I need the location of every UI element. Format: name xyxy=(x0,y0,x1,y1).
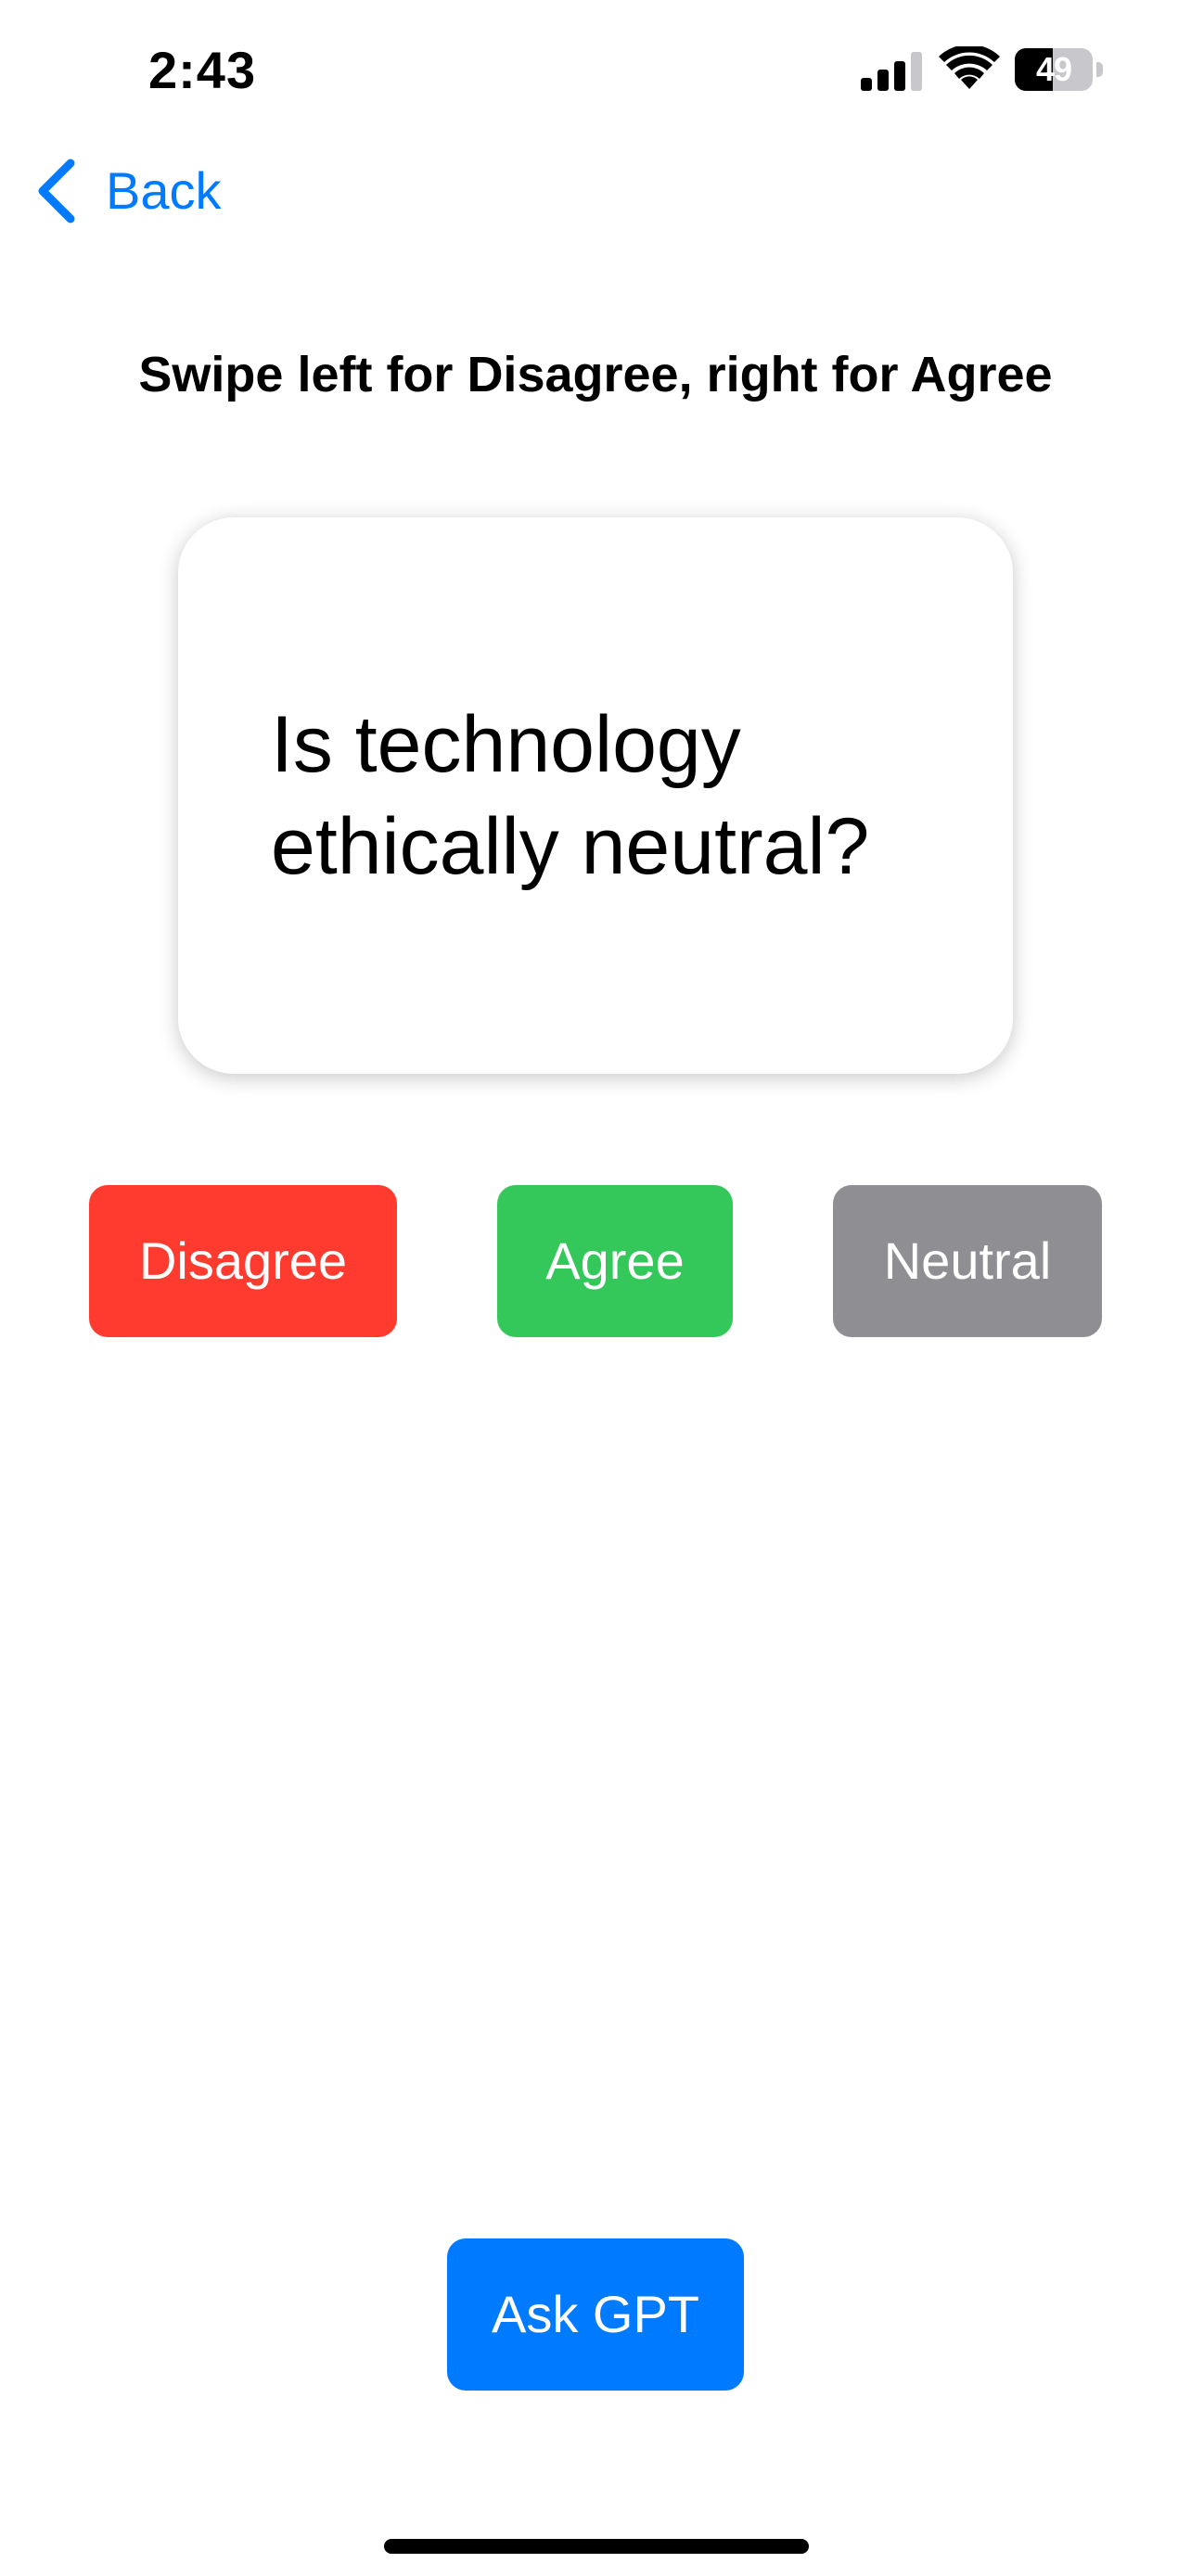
swipe-instruction: Swipe left for Disagree, right for Agree xyxy=(138,347,1053,402)
neutral-button[interactable]: Neutral xyxy=(833,1185,1102,1337)
battery-level: 49 xyxy=(1035,50,1072,88)
back-button[interactable]: Back xyxy=(33,154,256,228)
status-time: 2:43 xyxy=(148,41,257,99)
chevron-left-icon xyxy=(38,159,75,223)
question-text: Is technology ethically neutral? xyxy=(271,700,870,891)
wifi-icon xyxy=(939,46,1000,89)
question-card[interactable]: Is technology ethically neutral? xyxy=(178,517,1013,1074)
back-label: Back xyxy=(106,161,222,220)
battery-icon: 49 xyxy=(1015,48,1108,91)
status-bar: 2:43 49 xyxy=(0,0,1191,139)
home-indicator[interactable] xyxy=(384,2539,809,2554)
disagree-button[interactable]: Disagree xyxy=(89,1185,397,1337)
ask-gpt-button[interactable]: Ask GPT xyxy=(447,2238,744,2391)
agree-button[interactable]: Agree xyxy=(497,1185,733,1337)
cellular-signal-icon xyxy=(861,52,922,91)
